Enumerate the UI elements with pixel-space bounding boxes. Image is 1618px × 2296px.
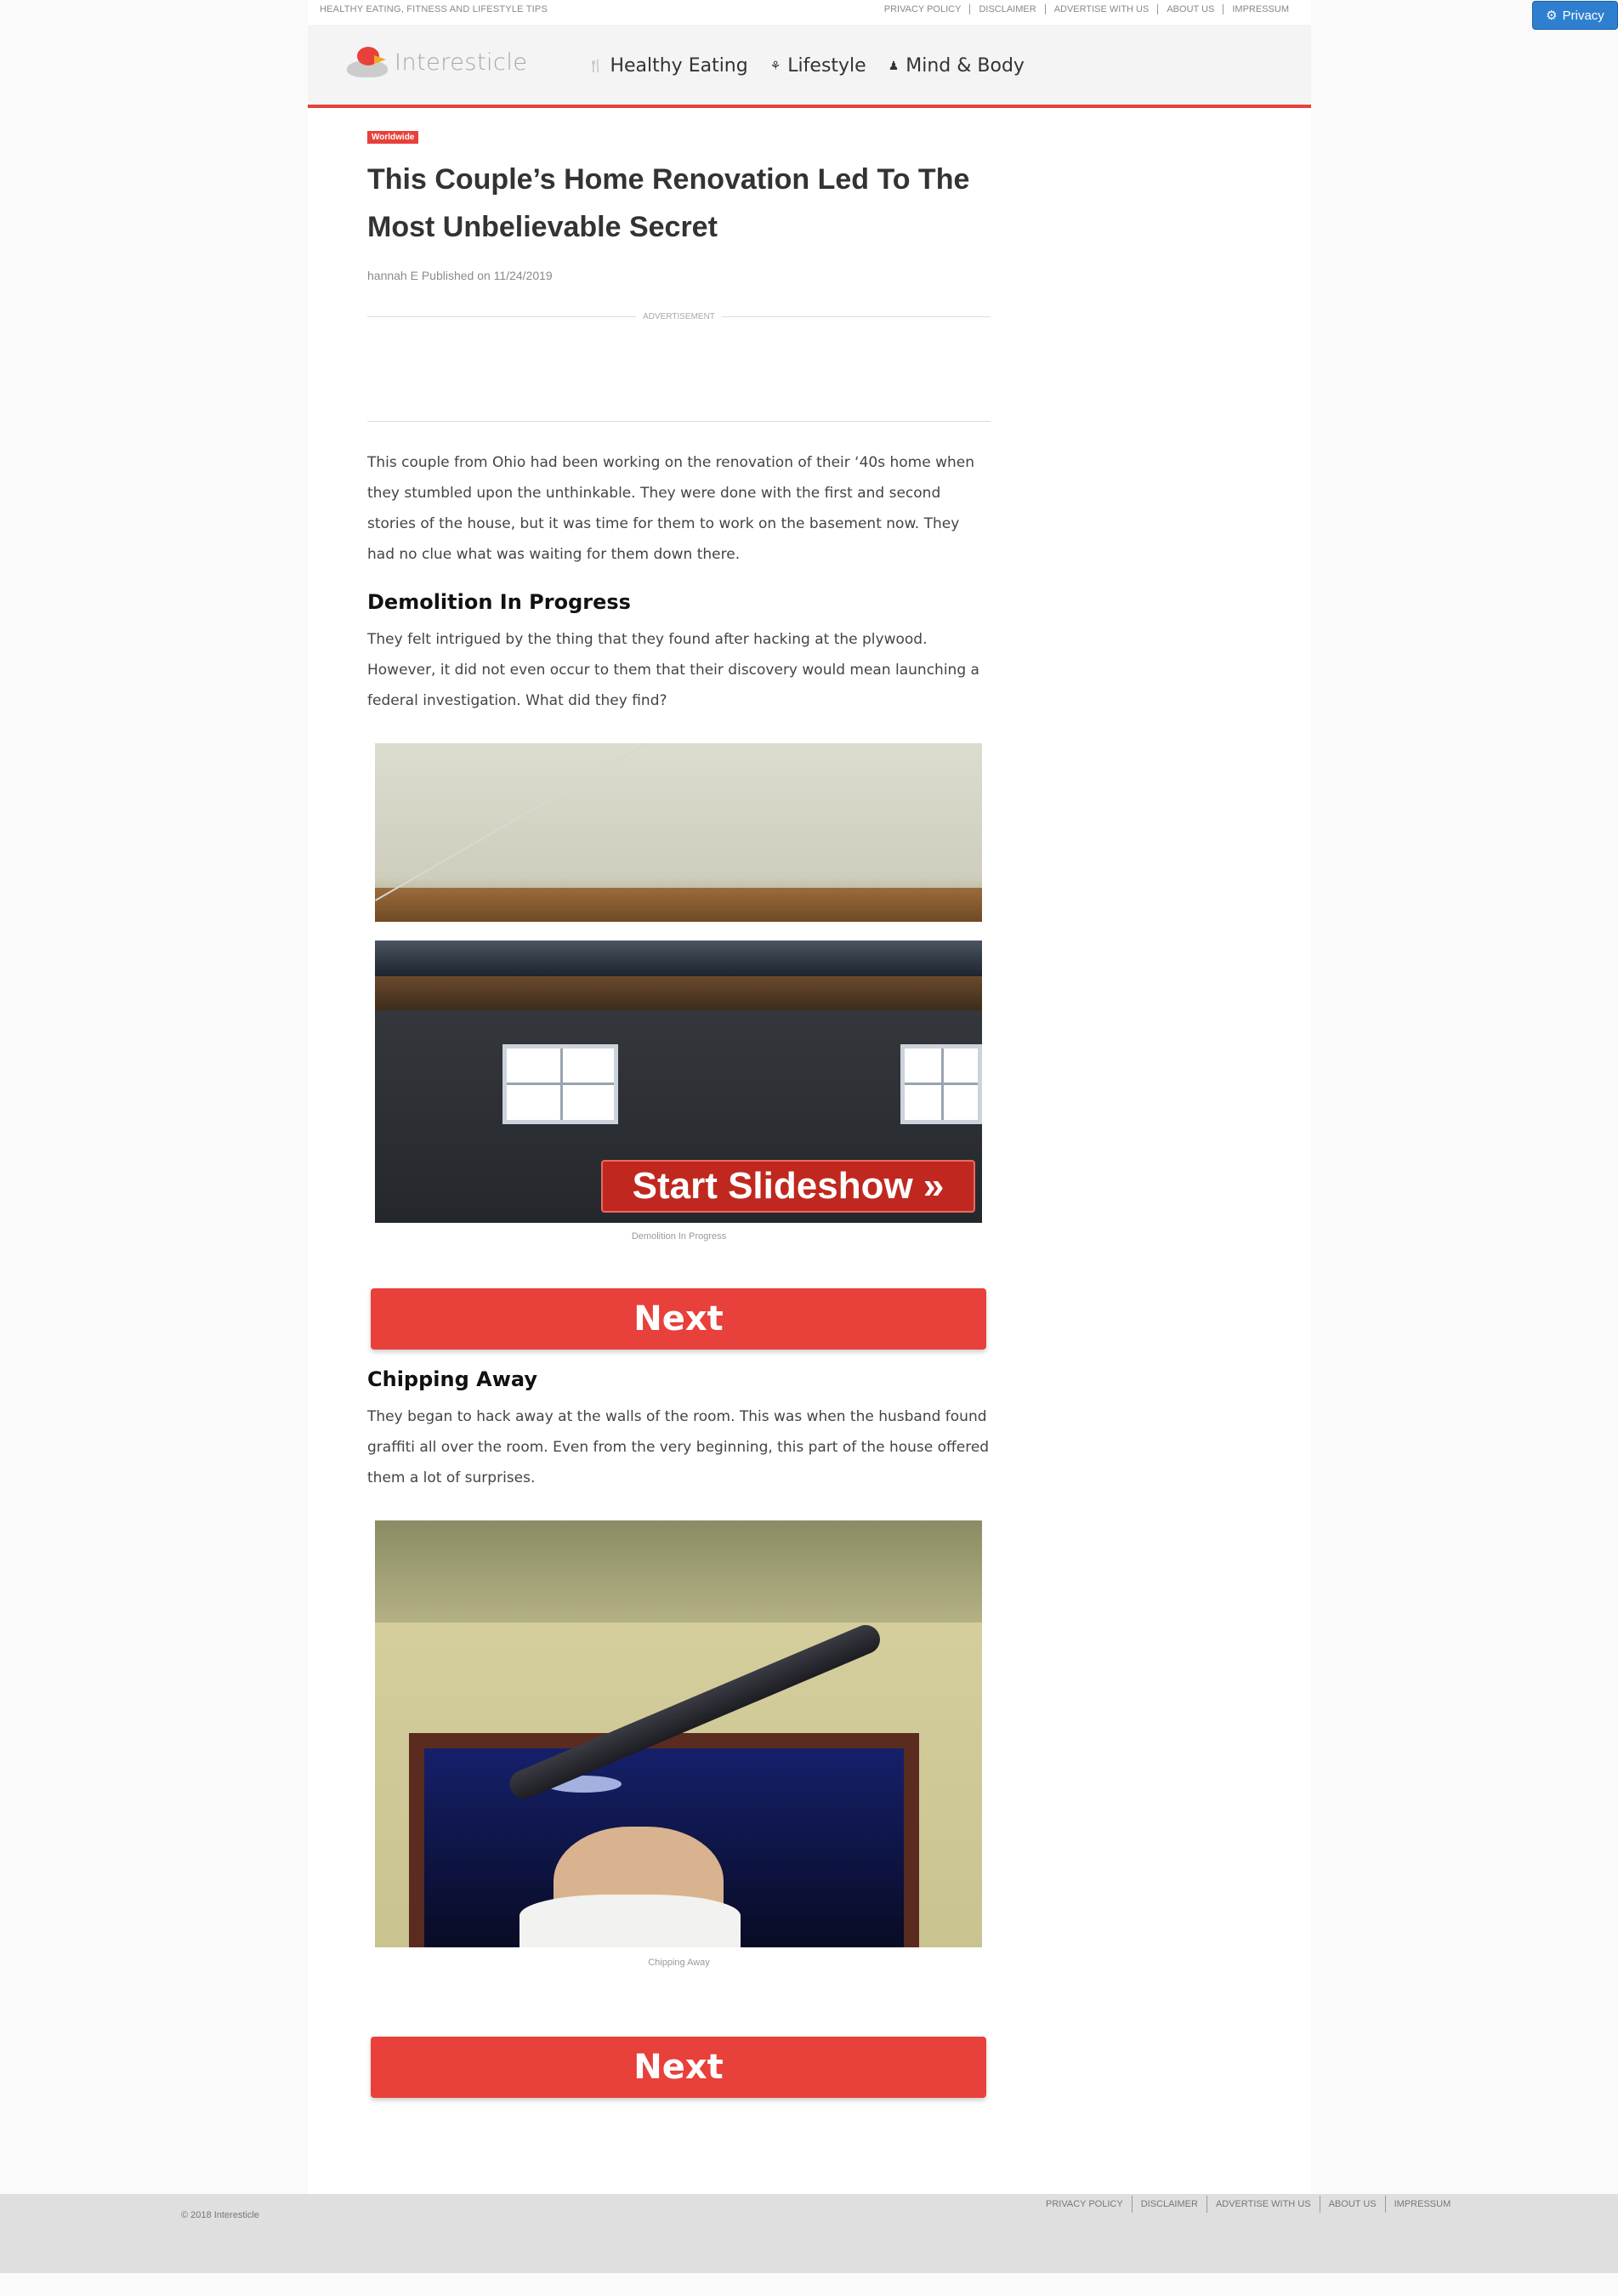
image-caption: Demolition In Progress (631, 1231, 727, 1242)
nav-item-label: Mind & Body (906, 55, 1025, 77)
section-text: They began to hack away at the walls of … (367, 1408, 990, 1486)
chipping-away-photo[interactable] (375, 1520, 982, 1947)
privacy-button[interactable]: ⚙ Privacy (1532, 1, 1618, 30)
top-bar: HEALTHY EATING, FITNESS AND LIFESTYLE TI… (308, 0, 1311, 22)
article-title: This Couple’s Home Renovation Led To The… (367, 163, 970, 243)
site-logo[interactable]: Interesticle (343, 43, 528, 81)
logo-wordmark: Interesticle (395, 48, 528, 76)
nav-item-mind-body[interactable]: ♟ Mind & Body (888, 55, 1025, 77)
top-link-advertise[interactable]: ADVERTISE WITH US (1044, 4, 1158, 14)
next-button[interactable]: Next (371, 2037, 986, 2098)
nav-item-label: Healthy Eating (610, 55, 748, 77)
lifestyle-icon: ⚘ (769, 59, 781, 73)
footer-link-disclaimer[interactable]: DISCLAIMER (1131, 2196, 1206, 2213)
top-link-impressum[interactable]: IMPRESSUM (1223, 4, 1297, 14)
fork-knife-icon: 🍴 (588, 59, 604, 73)
top-links: PRIVACY POLICY DISCLAIMER ADVERTISE WITH… (876, 4, 1297, 14)
next-button[interactable]: Next (371, 1288, 986, 1350)
category-tag[interactable]: Worldwide (367, 131, 419, 144)
main-navbar: Interesticle 🍴 Healthy Eating ⚘ Lifestyl… (308, 25, 1311, 108)
footer-links: PRIVACY POLICY DISCLAIMER ADVERTISE WITH… (1037, 2196, 1459, 2213)
footer-link-impressum[interactable]: IMPRESSUM (1384, 2196, 1460, 2213)
nav-item-lifestyle[interactable]: ⚘ Lifestyle (770, 55, 866, 77)
footer-link-advertise[interactable]: ADVERTISE WITH US (1206, 2196, 1320, 2213)
person-icon: ♟ (888, 59, 900, 73)
article-intro: This couple from Ohio had been working o… (367, 454, 974, 563)
advertisement-divider: ADVERTISEMENT (367, 310, 991, 323)
top-link-about-us[interactable]: ABOUT US (1157, 4, 1223, 14)
site-footer: © 2018 Interesticle PRIVACY POLICY DISCL… (0, 2194, 1618, 2273)
footer-link-about-us[interactable]: ABOUT US (1319, 2196, 1385, 2213)
top-link-disclaimer[interactable]: DISCLAIMER (969, 4, 1044, 14)
nav-item-label: Lifestyle (787, 55, 866, 77)
advertisement-label: ADVERTISEMENT (643, 311, 715, 321)
start-slideshow-button[interactable]: Start Slideshow » (601, 1160, 975, 1213)
advertisement-bottom-divider (367, 421, 991, 422)
article-byline: hannah E Published on 11/24/2019 (367, 269, 553, 282)
footer-link-privacy-policy[interactable]: PRIVACY POLICY (1037, 2196, 1132, 2213)
privacy-button-label: Privacy (1562, 8, 1604, 23)
page-container: HEALTHY EATING, FITNESS AND LIFESTYLE TI… (308, 0, 1311, 2194)
nav-item-healthy-eating[interactable]: 🍴 Healthy Eating (588, 55, 748, 77)
bird-logo-icon (343, 43, 391, 81)
footer-copyright: © 2018 Interesticle (181, 2210, 259, 2220)
gear-icon: ⚙ (1546, 9, 1558, 23)
top-link-privacy-policy[interactable]: PRIVACY POLICY (876, 4, 970, 14)
main-nav: 🍴 Healthy Eating ⚘ Lifestyle ♟ Mind & Bo… (588, 55, 1025, 77)
site-tagline: HEALTHY EATING, FITNESS AND LIFESTYLE TI… (320, 4, 548, 14)
image-caption: Chipping Away (648, 1958, 710, 1968)
section-text: They felt intrigued by the thing that th… (367, 631, 979, 709)
section-heading: Demolition In Progress (367, 590, 631, 614)
section-heading: Chipping Away (367, 1367, 537, 1391)
demolition-photo[interactable]: Start Slideshow » (375, 743, 982, 1223)
